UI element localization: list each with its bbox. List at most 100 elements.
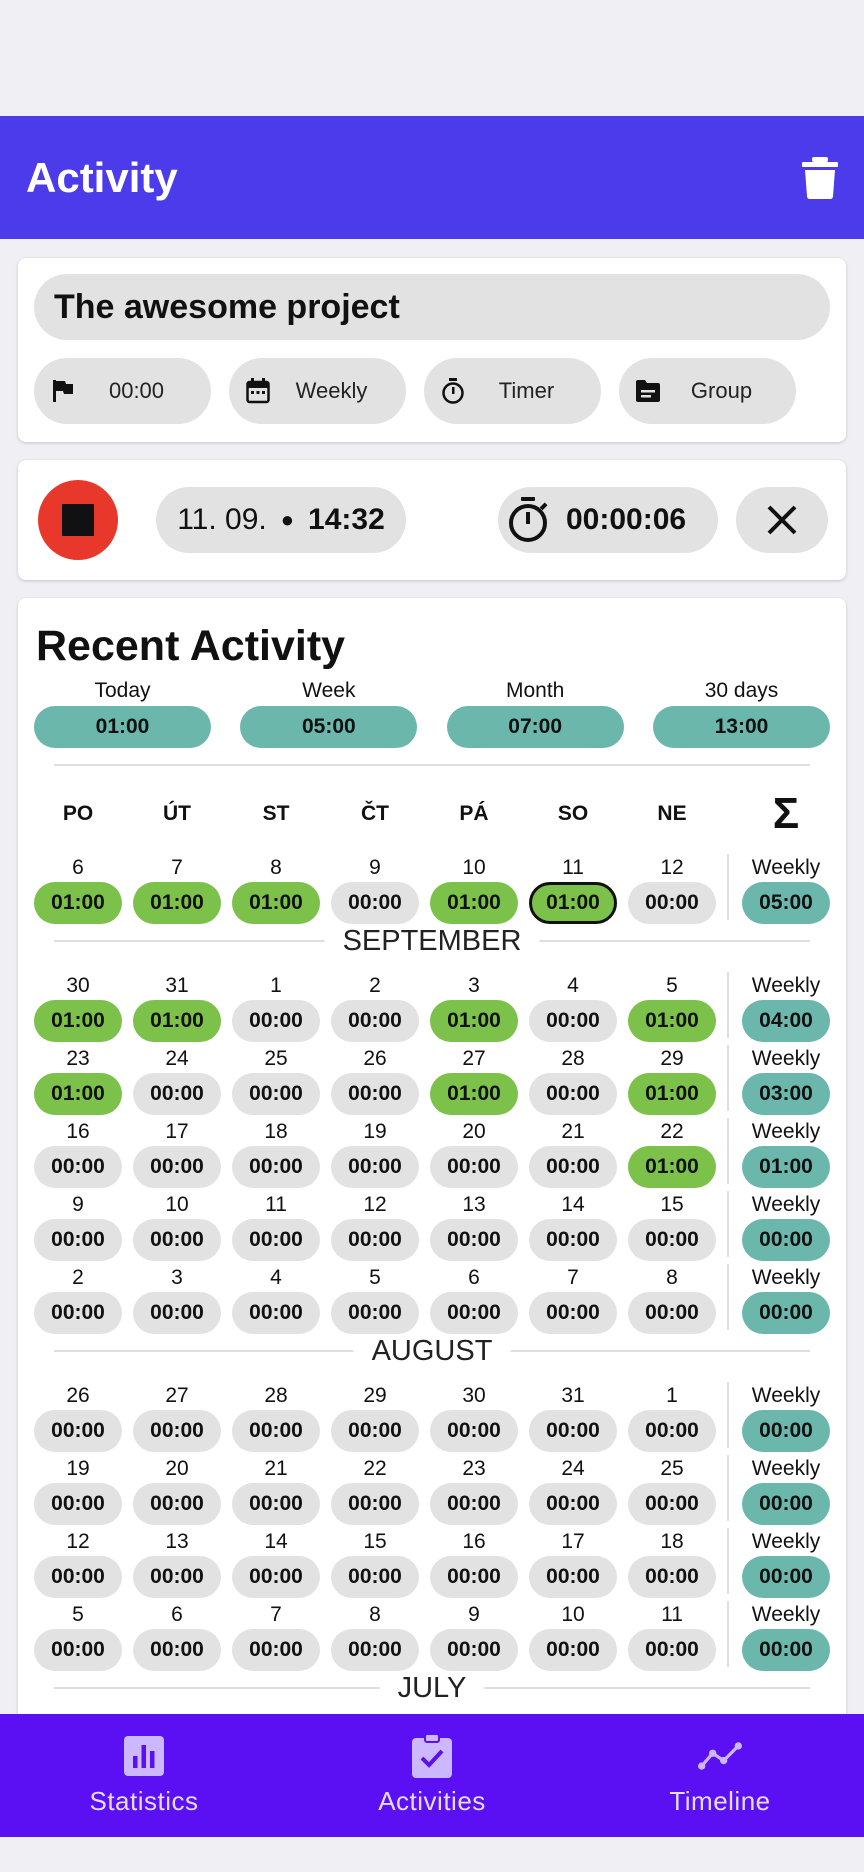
nav-timeline[interactable]: Timeline [576,1714,864,1837]
day-cell[interactable]: 15 00:00 [331,1528,419,1598]
day-cell[interactable]: 17 00:00 [529,1528,617,1598]
day-cell[interactable]: 12 00:00 [628,854,716,924]
day-cell[interactable]: 13 00:00 [133,1528,221,1598]
day-cell[interactable]: 18 00:00 [628,1528,716,1598]
day-cell[interactable]: 8 01:00 [232,854,320,924]
nav-statistics[interactable]: Statistics [0,1714,288,1837]
day-cell[interactable]: 28 00:00 [529,1045,617,1115]
day-cell[interactable]: 4 00:00 [529,972,617,1042]
day-value: 01:00 [628,1000,716,1042]
summary-label: 30 days [704,679,779,702]
day-cell[interactable]: 25 00:00 [232,1045,320,1115]
day-cell[interactable]: 14 00:00 [529,1191,617,1261]
day-value: 00:00 [133,1410,221,1452]
day-cell[interactable]: 11 00:00 [232,1191,320,1261]
day-cell[interactable]: 2 00:00 [34,1264,122,1334]
day-cell[interactable]: 5 01:00 [628,972,716,1042]
day-cell[interactable]: 4 00:00 [232,1264,320,1334]
day-value: 00:00 [529,1410,617,1452]
goal-chip[interactable]: 00:00 [34,358,211,424]
day-cell[interactable]: 7 00:00 [232,1601,320,1671]
day-cell[interactable]: 24 00:00 [133,1045,221,1115]
day-cell[interactable]: 26 00:00 [34,1382,122,1452]
column-divider [727,1264,729,1330]
day-cell[interactable]: 20 00:00 [430,1118,518,1188]
day-cell[interactable]: 10 00:00 [133,1191,221,1261]
day-cell[interactable]: 2 00:00 [331,972,419,1042]
day-cell[interactable]: 15 00:00 [628,1191,716,1261]
day-cell[interactable]: 5 00:00 [34,1601,122,1671]
day-cell[interactable]: 18 00:00 [232,1118,320,1188]
day-cell[interactable]: 30 01:00 [34,972,122,1042]
elapsed-timer-pill[interactable]: 00:00:06 [498,487,718,553]
weekly-label: Weekly [751,1266,821,1289]
day-cell[interactable]: 24 00:00 [529,1455,617,1525]
day-cell[interactable]: 9 00:00 [331,854,419,924]
day-cell[interactable]: 10 01:00 [430,854,518,924]
day-cell[interactable]: 30 00:00 [430,1382,518,1452]
week-row: 2 00:00 3 00:00 4 00:00 5 00:00 6 00:00 7 00:00 8 00:… [18,1264,846,1334]
day-cell[interactable]: 27 01:00 [430,1045,518,1115]
day-cell[interactable]: 3 01:00 [430,972,518,1042]
day-cell[interactable]: 29 00:00 [331,1382,419,1452]
day-cell[interactable]: 13 00:00 [430,1191,518,1261]
delete-button[interactable] [802,156,838,199]
day-cell[interactable]: 6 00:00 [430,1264,518,1334]
day-value: 00:00 [430,1410,518,1452]
nav-activities[interactable]: Activities [288,1714,576,1837]
day-cell[interactable]: 16 00:00 [430,1528,518,1598]
day-cell[interactable]: 22 01:00 [628,1118,716,1188]
day-cell[interactable]: 5 00:00 [331,1264,419,1334]
day-number: 2 [369,974,381,997]
day-cell[interactable]: 29 01:00 [628,1045,716,1115]
day-number: 10 [561,1603,585,1626]
day-cell[interactable]: 23 01:00 [34,1045,122,1115]
day-cell[interactable]: 9 00:00 [34,1191,122,1261]
day-cell[interactable]: 6 01:00 [34,854,122,924]
group-chip[interactable]: Group [619,358,796,424]
day-cell[interactable]: 14 00:00 [232,1528,320,1598]
day-cell[interactable]: 16 00:00 [34,1118,122,1188]
day-cell[interactable]: 26 00:00 [331,1045,419,1115]
day-cell[interactable]: 17 00:00 [133,1118,221,1188]
day-cell[interactable]: 8 00:00 [628,1264,716,1334]
day-cell[interactable]: 23 00:00 [430,1455,518,1525]
day-cell[interactable]: 10 00:00 [529,1601,617,1671]
day-cell[interactable]: 3 00:00 [133,1264,221,1334]
day-header: ST [262,802,290,825]
day-cell[interactable]: 1 00:00 [232,972,320,1042]
start-datetime-pill[interactable]: 11. 09. ● 14:32 [156,487,406,553]
day-cell[interactable]: 9 00:00 [430,1601,518,1671]
day-cell[interactable]: 21 00:00 [529,1118,617,1188]
day-value: 00:00 [430,1556,518,1598]
day-cell[interactable]: 12 00:00 [331,1191,419,1261]
day-cell[interactable]: 27 00:00 [133,1382,221,1452]
day-cell[interactable]: 19 00:00 [34,1455,122,1525]
day-cell[interactable]: 25 00:00 [628,1455,716,1525]
day-cell[interactable]: 1 00:00 [628,1382,716,1452]
day-cell[interactable]: 11 00:00 [628,1601,716,1671]
stop-button[interactable] [38,480,118,560]
day-header: ÚT [163,802,191,825]
day-cell[interactable]: 8 00:00 [331,1601,419,1671]
day-cell[interactable]: 20 00:00 [133,1455,221,1525]
day-cell[interactable]: 28 00:00 [232,1382,320,1452]
day-cell[interactable]: 31 00:00 [529,1382,617,1452]
day-cell[interactable]: 6 00:00 [133,1601,221,1671]
day-cell[interactable]: 22 00:00 [331,1455,419,1525]
calendar-icon [246,378,270,404]
column-divider [727,1045,729,1111]
day-cell[interactable]: 12 00:00 [34,1528,122,1598]
discard-button[interactable] [736,487,828,553]
day-cell[interactable]: 31 01:00 [133,972,221,1042]
day-value: 00:00 [34,1219,122,1261]
activity-name-field[interactable]: The awesome project [34,274,830,340]
day-cell[interactable]: 11 01:00 [529,854,617,924]
day-cell[interactable]: 7 01:00 [133,854,221,924]
day-cell[interactable]: 19 00:00 [331,1118,419,1188]
period-chip[interactable]: Weekly [229,358,406,424]
stop-icon [62,504,94,536]
day-cell[interactable]: 21 00:00 [232,1455,320,1525]
day-cell[interactable]: 7 00:00 [529,1264,617,1334]
mode-chip[interactable]: Timer [424,358,601,424]
